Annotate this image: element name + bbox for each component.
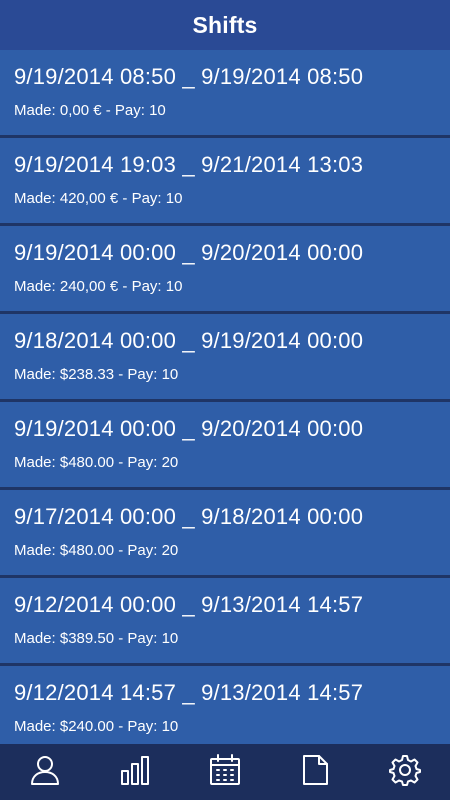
settings-button[interactable]	[375, 744, 435, 800]
shift-row[interactable]: 9/12/2014 00:00 _ 9/13/2014 14:57 Made: …	[0, 578, 450, 663]
shift-earnings: Made: $480.00 - Pay: 20	[14, 454, 179, 471]
app-header: Shifts	[0, 0, 450, 50]
shift-earnings: Made: 240,00 € - Pay: 10	[14, 278, 183, 295]
shift-row[interactable]: 9/19/2014 00:00 _ 9/20/2014 00:00 Made: …	[0, 226, 450, 311]
shift-date-range: 9/19/2014 19:03 _ 9/21/2014 13:03	[14, 152, 364, 177]
shift-row[interactable]: 9/18/2014 00:00 _ 9/19/2014 00:00 Made: …	[0, 314, 450, 399]
shift-date-range: 9/19/2014 08:50 _ 9/19/2014 08:50	[14, 64, 364, 89]
calendar-button[interactable]	[195, 744, 255, 800]
shift-date-range: 9/18/2014 00:00 _ 9/19/2014 00:00	[14, 328, 364, 353]
bottom-navigation	[0, 744, 450, 800]
bar-chart-icon	[118, 753, 152, 792]
shift-list[interactable]: 9/19/2014 08:50 _ 9/19/2014 08:50 Made: …	[0, 50, 450, 744]
shift-row[interactable]: 9/12/2014 14:57 _ 9/13/2014 14:57 Made: …	[0, 666, 450, 744]
shift-earnings: Made: $389.50 - Pay: 10	[14, 630, 179, 647]
shift-row[interactable]: 9/17/2014 00:00 _ 9/18/2014 00:00 Made: …	[0, 490, 450, 575]
stats-button[interactable]	[105, 744, 165, 800]
shift-date-range: 9/12/2014 14:57 _ 9/13/2014 14:57	[14, 680, 364, 705]
shift-row[interactable]: 9/19/2014 19:03 _ 9/21/2014 13:03 Made: …	[0, 138, 450, 223]
profile-button[interactable]	[15, 744, 75, 800]
gear-icon	[388, 753, 422, 792]
shift-date-range: 9/12/2014 00:00 _ 9/13/2014 14:57	[14, 592, 364, 617]
shift-earnings: Made: 0,00 € - Pay: 10	[14, 102, 166, 119]
user-icon	[28, 753, 62, 792]
shift-date-range: 9/19/2014 00:00 _ 9/20/2014 00:00	[14, 416, 364, 441]
shift-date-range: 9/17/2014 00:00 _ 9/18/2014 00:00	[14, 504, 364, 529]
shift-earnings: Made: 420,00 € - Pay: 10	[14, 190, 183, 207]
shift-earnings: Made: $238.33 - Pay: 10	[14, 366, 179, 383]
shift-row[interactable]: 9/19/2014 00:00 _ 9/20/2014 00:00 Made: …	[0, 402, 450, 487]
document-icon	[298, 753, 332, 792]
shift-date-range: 9/19/2014 00:00 _ 9/20/2014 00:00	[14, 240, 364, 265]
calendar-icon	[208, 753, 242, 792]
report-button[interactable]	[285, 744, 345, 800]
page-title: Shifts	[192, 11, 258, 38]
shift-row[interactable]: 9/19/2014 08:50 _ 9/19/2014 08:50 Made: …	[0, 50, 450, 135]
shift-earnings: Made: $480.00 - Pay: 20	[14, 542, 179, 559]
shift-earnings: Made: $240.00 - Pay: 10	[14, 718, 179, 735]
